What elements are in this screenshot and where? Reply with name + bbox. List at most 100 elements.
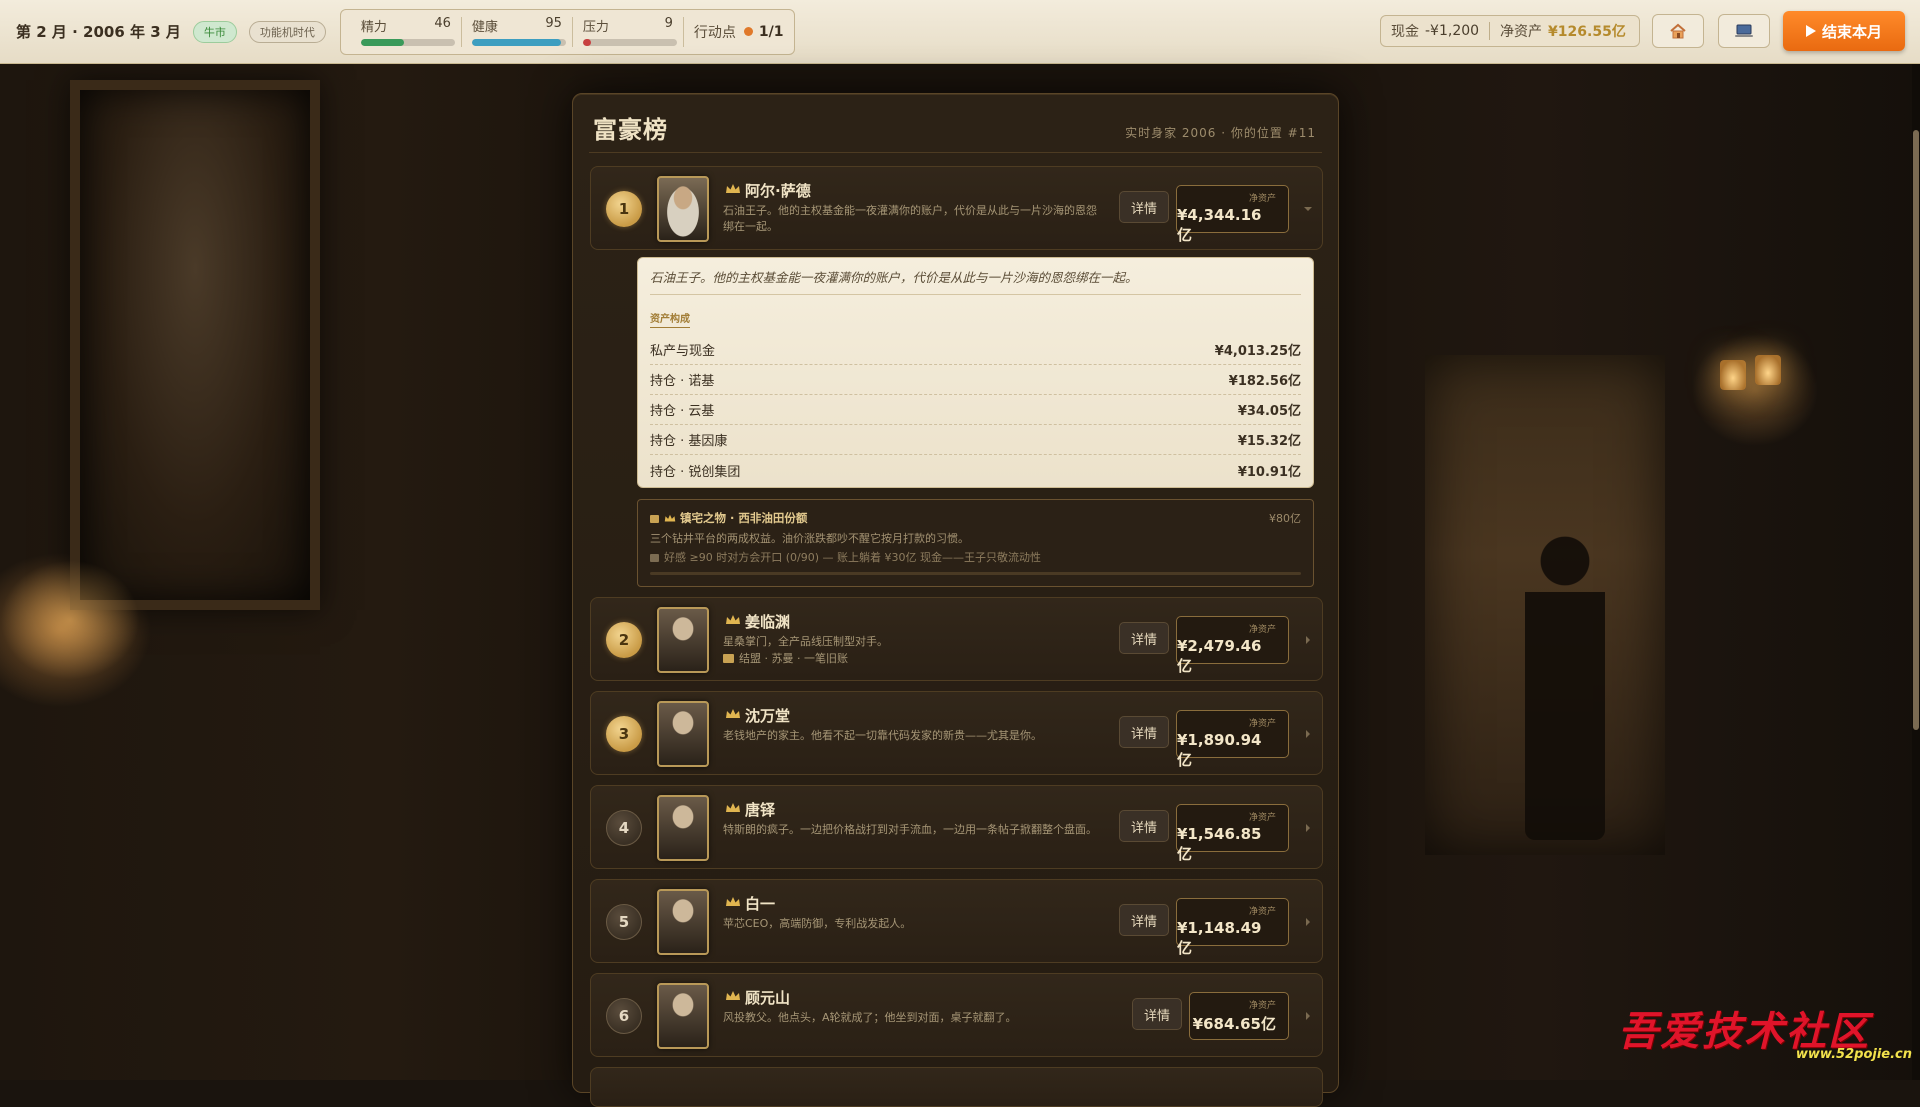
- rival-quote: 石油王子。他的主权基金能一夜灌满你的账户，代价是从此与一片沙海的恩怨绑在一起。: [650, 270, 1138, 285]
- expand-icon[interactable]: [1306, 918, 1310, 926]
- game-date: 第 2 月 · 2006 年 3 月: [16, 23, 181, 41]
- cash-value: -¥1,200: [1425, 23, 1480, 39]
- action-points: 行动点 1/1: [694, 22, 784, 42]
- background-lamp: [0, 560, 140, 680]
- play-icon: [1805, 25, 1816, 37]
- asset-label: 持仓 · 基因康: [650, 434, 728, 449]
- net-worth-label: 净资产: [1248, 194, 1276, 204]
- expand-icon[interactable]: [1306, 824, 1310, 832]
- leaderboard-row[interactable]: 6 顾元山 风投教父。他点头，A轮就成了；他坐到对面，桌子就翻了。 详情 净资产…: [590, 973, 1323, 1057]
- assets-heading: 资产构成: [650, 310, 690, 328]
- action-points-value: 1/1: [758, 23, 784, 40]
- stat-bar-fill: [471, 38, 562, 46]
- leaderboard-row[interactable]: 4 唐铎 特斯朗的疯子。一边把价格战打到对手流血，一边用一条帖子掀翻整个盘面。 …: [590, 785, 1323, 869]
- rival-description: 老钱地产的家主。他看不起一切靠代码发家的新贵——尤其是你。: [723, 729, 1042, 742]
- leaderboard-row[interactable]: 2 姜临渊 星桑掌门，全产品线压制型对手。 结盟 · 苏曼 · 一笔旧账 详情 …: [590, 597, 1323, 681]
- lock-icon: [650, 515, 659, 523]
- crown-icon: [726, 897, 740, 906]
- computer-icon: [1735, 24, 1753, 37]
- heirloom-title-line: 镇宅之物 · 西非油田份额: [650, 510, 807, 526]
- net-worth-value: ¥4,344.16亿: [1177, 206, 1262, 244]
- scrollbar-thumb[interactable]: [1913, 130, 1919, 730]
- expand-icon[interactable]: [1306, 636, 1310, 644]
- net-worth-value: ¥2,479.46亿: [1177, 637, 1262, 675]
- collapse-icon[interactable]: [1304, 207, 1312, 211]
- stat-bar: [471, 38, 566, 46]
- stat-value: 95: [545, 15, 562, 31]
- net-worth-value: ¥1,148.49亿: [1177, 919, 1262, 957]
- crown-icon: [664, 514, 676, 521]
- heirloom-condition-line: 好感 ≥90 时对方会开口 (0/90) — 账上躺着 ¥30亿 现金——王子只…: [650, 549, 1041, 565]
- stat-label: 压力: [582, 19, 609, 35]
- divider: [589, 152, 1322, 153]
- details-button[interactable]: 详情: [1119, 716, 1169, 748]
- rich-list-panel: 富豪榜 实时身家 2006 · 你的位置 #11 1 阿尔·萨德 石油王子。他的…: [572, 93, 1339, 1107]
- net-worth-box: 净资产 ¥4,344.16亿: [1176, 185, 1289, 244]
- stress-stat: 压力 9: [579, 14, 677, 50]
- divider: [650, 294, 1301, 295]
- asset-label: 持仓 · 诺基: [650, 374, 715, 389]
- rival-description: 苹芯CEO，高端防御，专利战发起人。: [723, 917, 912, 930]
- heirloom-title: 镇宅之物 · 西非油田份额: [680, 511, 808, 525]
- expand-icon[interactable]: [1306, 730, 1310, 738]
- rank-badge: 2: [606, 622, 642, 658]
- asset-value: ¥4,013.25亿: [1214, 344, 1301, 359]
- rank-badge: 4: [606, 810, 642, 846]
- asset-label: 私产与现金: [650, 344, 716, 359]
- action-point-icon: [743, 27, 753, 36]
- crown-icon: [726, 184, 740, 193]
- crown-icon: [726, 615, 740, 624]
- details-button[interactable]: 详情: [1119, 904, 1169, 936]
- player-stats: 精力 46 健康 95 压力 9 行动点 1/1: [339, 8, 795, 55]
- avatar: [657, 176, 709, 242]
- leaderboard-row[interactable]: 1 阿尔·萨德 石油王子。他的主权基金能一夜灌满你的账户，代价是从此与一片沙海的…: [590, 166, 1323, 250]
- leaderboard-row[interactable]: 5 白一 苹芯CEO，高端防御，专利战发起人。 详情 净资产 ¥1,148.49…: [590, 879, 1323, 963]
- heirloom-condition: 好感 ≥90 时对方会开口 (0/90) — 账上躺着 ¥30亿 现金——王子只…: [664, 551, 1041, 564]
- net-worth-box: 净资产 ¥1,890.94亿: [1176, 710, 1289, 769]
- leaderboard-row[interactable]: [590, 1067, 1323, 1107]
- asset-row: 持仓 · 云基 ¥34.05亿: [650, 395, 1301, 425]
- end-month-button[interactable]: 结束本月: [1783, 11, 1905, 51]
- computer-button[interactable]: [1718, 14, 1770, 48]
- cash-label: 现金: [1391, 24, 1419, 40]
- wall-sconce-icon: [1755, 355, 1781, 385]
- rival-description: 风投教父。他点头，A轮就成了；他坐到对面，桌子就翻了。: [723, 1011, 1017, 1024]
- divider: [460, 16, 462, 47]
- avatar: [657, 795, 709, 861]
- divider: [682, 16, 684, 47]
- details-button[interactable]: 详情: [1119, 622, 1169, 654]
- expand-icon[interactable]: [1306, 1012, 1310, 1020]
- rank-badge: 5: [606, 904, 642, 940]
- era-badge: 功能机时代: [248, 20, 326, 43]
- net-worth-box: 净资产 ¥2,479.46亿: [1176, 616, 1289, 675]
- watermark-logo: 吾爱技术社区 www.52pojie.cn: [1618, 999, 1918, 1069]
- net-worth-box: 净资产 ¥684.65亿: [1189, 992, 1289, 1040]
- net-worth-label: 净资产: [1248, 719, 1276, 729]
- scrollbar[interactable]: [1912, 64, 1920, 1080]
- market-status-badge: 牛市: [192, 20, 237, 43]
- rival-description: 特斯朗的疯子。一边把价格战打到对手流血，一边用一条帖子掀翻整个盘面。: [723, 823, 1097, 836]
- details-button[interactable]: 详情: [1119, 191, 1169, 223]
- rival-name: 沈万堂: [745, 707, 791, 725]
- asset-value: ¥34.05亿: [1237, 404, 1301, 419]
- stat-bar-fill: [582, 38, 592, 46]
- net-worth-box: 净资产 ¥1,148.49亿: [1176, 898, 1289, 957]
- heirloom-value: ¥80亿: [1269, 512, 1301, 525]
- avatar: [657, 607, 709, 673]
- avatar: [657, 889, 709, 955]
- action-points-label: 行动点: [693, 24, 736, 41]
- finance-summary: 现金 -¥1,200 净资产 ¥126.55亿: [1380, 15, 1640, 47]
- asset-label: 持仓 · 锐创集团: [650, 464, 741, 480]
- asset-value: ¥15.32亿: [1237, 434, 1301, 449]
- asset-value: ¥182.56亿: [1228, 374, 1301, 389]
- rival-name: 顾元山: [745, 989, 791, 1007]
- rival-name: 唐铎: [745, 801, 776, 819]
- rival-name: 白一: [745, 895, 776, 913]
- leaderboard-row[interactable]: 3 沈万堂 老钱地产的家主。他看不起一切靠代码发家的新贵——尤其是你。 详情 净…: [590, 691, 1323, 775]
- net-worth-label: 净资产: [1500, 24, 1543, 40]
- home-button[interactable]: [1652, 14, 1704, 48]
- asset-label: 持仓 · 云基: [650, 404, 715, 419]
- details-button[interactable]: 详情: [1132, 998, 1182, 1030]
- details-button[interactable]: 详情: [1119, 810, 1169, 842]
- avatar: [657, 983, 709, 1049]
